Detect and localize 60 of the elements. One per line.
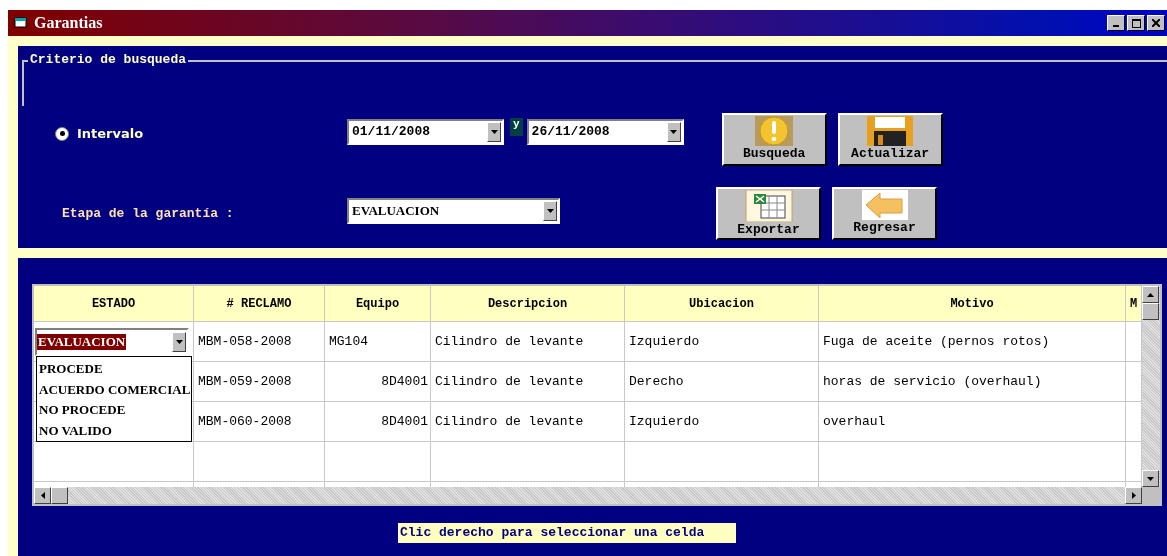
window-title: Garantias [34,14,103,32]
table-cell: Cilindro de levante [431,322,625,362]
column-header[interactable]: Motivo [819,286,1126,322]
table-cell: Izquierdo [625,402,819,442]
table-cell: horas de servicio (overhaul) [819,362,1126,402]
status-option[interactable]: NO PROCEDE [37,400,191,421]
maximize-button[interactable] [1127,15,1145,31]
table-cell: Izquierdo [625,322,819,362]
date-dropdown[interactable]: 26/11/2008 [526,118,684,145]
close-icon [1152,19,1160,27]
stage-dropdown[interactable]: EVALUACION [347,198,560,224]
left-arrow-icon [40,492,45,499]
date-dropdown[interactable]: 01/11/2008 [347,118,504,145]
column-header[interactable]: Equipo [325,286,431,322]
down-arrow-icon [1147,476,1154,481]
back-button[interactable]: Regresar [832,186,937,240]
table-cell: Cilindro de levante [431,362,625,402]
horizontal-scrollbar[interactable] [34,487,1142,504]
table-cell: overhaul [819,402,1126,442]
table-cell: MBM-058-2008 [194,322,325,362]
column-header[interactable]: M [1126,286,1142,322]
table-cell: 8D4001 [325,362,431,402]
status-dropdown[interactable]: EVALUACION [35,327,189,356]
right-arrow-icon [1131,492,1136,499]
export-button[interactable]: Exportar [716,186,821,240]
close-button[interactable] [1147,15,1165,31]
table-cell: 8D4001 [325,402,431,442]
caret-icon [175,339,183,344]
maximize-icon [1131,18,1141,28]
scrollbar-thumb[interactable] [51,487,68,504]
window-icon [14,17,28,29]
table-cell: MG104 [325,322,431,362]
column-header[interactable]: ESTADO [34,286,194,322]
status-hint: Clic derecho para seleccionar una celda [398,523,737,543]
stage-label: Etapa de la garantía : [62,206,234,221]
caret-icon [670,129,678,134]
table-cell: Fuga de aceite (pernos rotos) [819,322,1126,362]
status-option[interactable]: ACUERDO COMERCIAL [37,379,191,400]
scrollbar-thumb[interactable] [1142,303,1159,320]
up-arrow-icon [1147,292,1154,297]
interval-radio[interactable]: Intervalo [55,126,144,141]
table-cell: Derecho [625,362,819,402]
table-cell: Cilindro de levante [431,402,625,442]
status-option[interactable]: NO VALIDO [37,420,191,441]
column-header[interactable]: Descripcion [431,286,625,322]
save-button[interactable]: Actualizar [837,113,943,166]
vertical-scrollbar[interactable] [1142,286,1160,504]
caret-icon [490,129,498,134]
column-header[interactable]: Ubicacion [625,286,819,322]
exclamation-icon [755,116,794,146]
table-cell: MBM-060-2008 [194,402,325,442]
caret-icon [546,209,554,213]
status-option[interactable]: PROCEDE [37,359,191,380]
table-cell: MBM-059-2008 [194,362,325,402]
spreadsheet-icon [744,189,793,222]
minimize-button[interactable] [1107,15,1125,31]
group-title: Criterio de busqueda [28,52,189,68]
column-header[interactable]: # RECLAMO [194,286,325,322]
separator-label: y [510,117,523,136]
search-button[interactable]: Busqueda [721,113,827,166]
